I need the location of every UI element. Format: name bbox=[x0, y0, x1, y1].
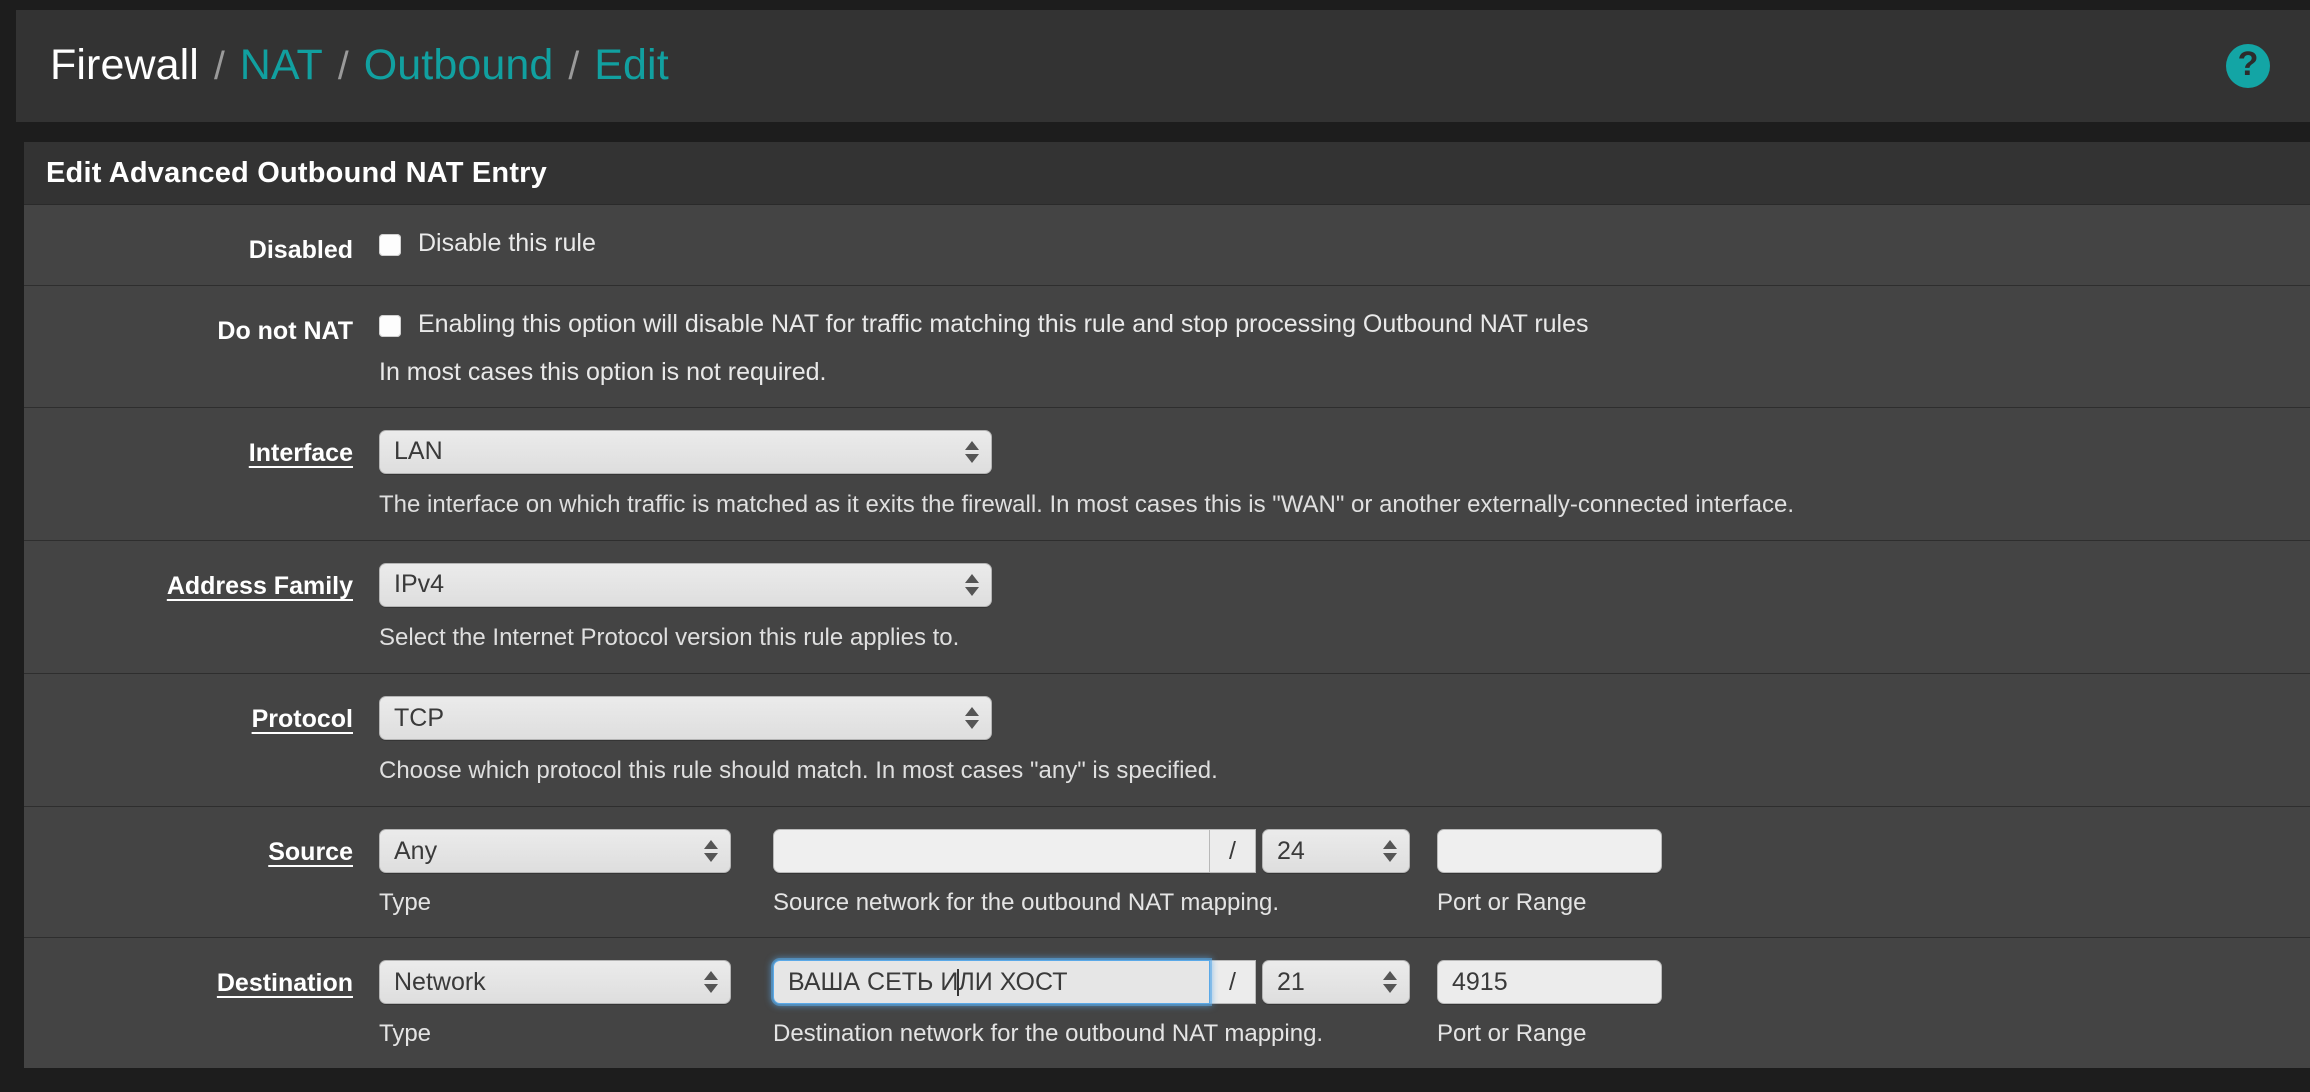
label-source[interactable]: Source bbox=[24, 829, 379, 917]
interface-help-text: The interface on which traffic is matche… bbox=[379, 490, 1794, 518]
edit-nat-entry-panel: Edit Advanced Outbound NAT Entry Disable… bbox=[24, 142, 2310, 1069]
chevron-updown-icon bbox=[704, 840, 718, 863]
address-family-select-value: IPv4 bbox=[394, 570, 445, 599]
destination-network-column: ВАША СЕТЬ ИЛИ ХОСТ / 21 Destination netw… bbox=[773, 960, 1410, 1048]
destination-port-value: 4915 bbox=[1452, 967, 1508, 996]
chevron-updown-icon bbox=[1383, 840, 1397, 863]
row-disabled: Disabled Disable this rule bbox=[24, 205, 2310, 286]
destination-port-caption: Port or Range bbox=[1437, 1020, 1587, 1048]
body-interface: LAN The interface on which traffic is ma… bbox=[379, 429, 2310, 520]
disable-rule-checkbox[interactable] bbox=[379, 234, 401, 256]
body-destination: Network Type ВАША СЕТЬ ИЛИ ХОСТ / 21 Des… bbox=[379, 960, 2310, 1048]
breadcrumb: Firewall / NAT / Outbound / Edit bbox=[50, 40, 2226, 89]
breadcrumb-root: Firewall bbox=[50, 40, 199, 89]
source-mask-value: 24 bbox=[1277, 836, 1305, 865]
label-protocol[interactable]: Protocol bbox=[24, 696, 379, 786]
destination-network-value-post: ЛИ ХОСТ bbox=[958, 967, 1068, 996]
source-type-caption: Type bbox=[379, 889, 432, 917]
help-glyph: ? bbox=[2237, 45, 2259, 83]
row-do-not-nat: Do not NAT Enabling this option will dis… bbox=[24, 286, 2310, 408]
page-title: Edit Advanced Outbound NAT Entry bbox=[46, 156, 547, 189]
label-address-family[interactable]: Address Family bbox=[24, 563, 379, 653]
source-network-input[interactable] bbox=[773, 829, 1210, 874]
source-type-value: Any bbox=[394, 836, 438, 865]
do-not-nat-sub-text: In most cases this option is not require… bbox=[379, 357, 827, 386]
body-disabled: Disable this rule bbox=[379, 227, 2310, 265]
source-network-column: / 24 Source network for the outbound NAT… bbox=[773, 829, 1410, 917]
chevron-updown-icon bbox=[965, 573, 979, 596]
source-type-select[interactable]: Any bbox=[379, 829, 731, 874]
breadcrumb-separator-3: / bbox=[568, 44, 580, 88]
destination-type-column: Network Type bbox=[379, 960, 731, 1048]
protocol-select-value: TCP bbox=[394, 703, 444, 732]
breadcrumb-link-edit[interactable]: Edit bbox=[594, 43, 669, 87]
destination-type-select[interactable]: Network bbox=[379, 960, 731, 1005]
body-do-not-nat: Enabling this option will disable NAT fo… bbox=[379, 308, 2310, 387]
destination-network-value-pre: ВАША СЕТЬ И bbox=[788, 967, 959, 996]
help-circle-icon[interactable]: ? bbox=[2226, 44, 2270, 88]
address-family-help-text: Select the Internet Protocol version thi… bbox=[379, 623, 960, 651]
breadcrumb-bar: Firewall / NAT / Outbound / Edit ? bbox=[16, 10, 2310, 122]
row-interface: Interface LAN The interface on which tra… bbox=[24, 407, 2310, 541]
source-port-column: Port or Range bbox=[1437, 829, 1662, 917]
source-mask-select[interactable]: 24 bbox=[1262, 829, 1410, 874]
row-source: Source Any Type / 24 Source network for … bbox=[24, 807, 2310, 939]
destination-type-value: Network bbox=[394, 967, 486, 996]
destination-type-caption: Type bbox=[379, 1020, 432, 1048]
chevron-updown-icon bbox=[965, 707, 979, 730]
row-protocol: Protocol TCP Choose which protocol this … bbox=[24, 674, 2310, 808]
source-port-input[interactable] bbox=[1437, 829, 1662, 874]
destination-network-caption: Destination network for the outbound NAT… bbox=[773, 1020, 1324, 1048]
breadcrumb-link-outbound[interactable]: Outbound bbox=[364, 43, 554, 87]
source-network-caption: Source network for the outbound NAT mapp… bbox=[773, 889, 1280, 917]
source-slash-separator: / bbox=[1210, 829, 1256, 874]
destination-mask-select[interactable]: 21 bbox=[1262, 960, 1410, 1005]
label-do-not-nat: Do not NAT bbox=[217, 317, 353, 345]
protocol-help-text: Choose which protocol this rule should m… bbox=[379, 757, 1218, 785]
disable-rule-label: Disable this rule bbox=[418, 229, 596, 257]
row-destination: Destination Network Type ВАША СЕТЬ ИЛИ Х… bbox=[24, 938, 2310, 1069]
destination-port-column: 4915 Port or Range bbox=[1437, 960, 1662, 1048]
do-not-nat-checkbox[interactable] bbox=[379, 315, 401, 337]
destination-mask-value: 21 bbox=[1277, 967, 1305, 996]
breadcrumb-link-nat[interactable]: NAT bbox=[240, 43, 323, 87]
body-protocol: TCP Choose which protocol this rule shou… bbox=[379, 696, 2310, 786]
body-source: Any Type / 24 Source network for the out… bbox=[379, 829, 2310, 917]
panel-header: Edit Advanced Outbound NAT Entry bbox=[24, 142, 2310, 205]
interface-select-value: LAN bbox=[394, 437, 443, 466]
body-address-family: IPv4 Select the Internet Protocol versio… bbox=[379, 562, 2310, 653]
breadcrumb-separator-2: / bbox=[337, 44, 349, 88]
label-destination[interactable]: Destination bbox=[24, 960, 379, 1048]
address-family-select[interactable]: IPv4 bbox=[379, 562, 992, 607]
destination-network-input[interactable]: ВАША СЕТЬ ИЛИ ХОСТ bbox=[773, 960, 1210, 1005]
destination-slash-separator: / bbox=[1210, 960, 1256, 1005]
chevron-updown-icon bbox=[965, 440, 979, 463]
source-port-caption: Port or Range bbox=[1437, 889, 1587, 917]
label-disabled: Disabled bbox=[248, 236, 353, 264]
destination-network-value: ВАША СЕТЬ ИЛИ ХОСТ bbox=[788, 968, 1067, 997]
chevron-updown-icon bbox=[704, 971, 718, 994]
row-address-family: Address Family IPv4 Select the Internet … bbox=[24, 540, 2310, 675]
protocol-select[interactable]: TCP bbox=[379, 696, 992, 741]
do-not-nat-label: Enabling this option will disable NAT fo… bbox=[418, 310, 1589, 338]
label-interface[interactable]: Interface bbox=[24, 430, 379, 520]
destination-port-input[interactable]: 4915 bbox=[1437, 960, 1662, 1005]
interface-select[interactable]: LAN bbox=[379, 429, 992, 474]
chevron-updown-icon bbox=[1383, 971, 1397, 994]
source-type-column: Any Type bbox=[379, 829, 731, 917]
breadcrumb-separator-1: / bbox=[213, 44, 225, 88]
